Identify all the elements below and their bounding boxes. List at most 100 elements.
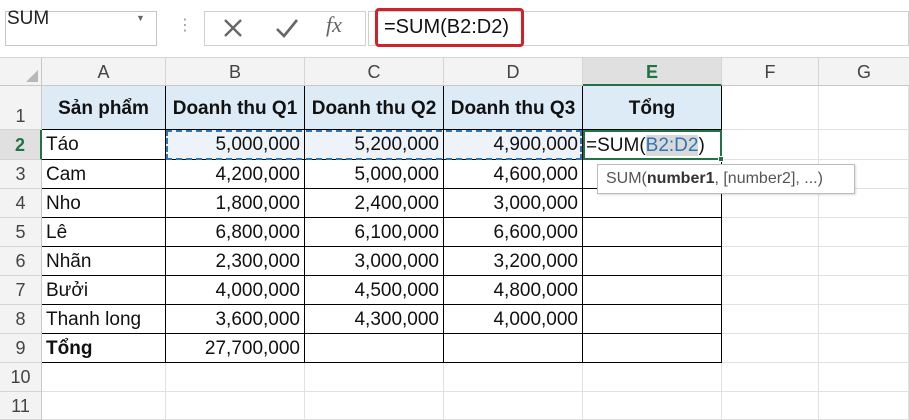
row-header-2[interactable]: 2 xyxy=(0,130,42,160)
formula-range-reference: B2:D2 xyxy=(645,135,699,156)
fill-handle[interactable] xyxy=(718,156,724,162)
formula-text[interactable]: =SUM(B2:D2) xyxy=(384,16,509,39)
header-cell-q1[interactable]: Doanh thu Q1 xyxy=(166,86,305,130)
table-cell[interactable] xyxy=(583,334,722,363)
table-cell[interactable]: 4,600,000 xyxy=(444,160,583,189)
table-cell[interactable]: 4,200,000 xyxy=(166,160,305,189)
row-header-9[interactable]: 9 xyxy=(0,334,42,363)
name-box-value: SUM xyxy=(7,8,50,29)
cell[interactable] xyxy=(42,392,166,420)
table-cell[interactable]: 6,100,000 xyxy=(305,218,444,247)
cell[interactable] xyxy=(819,247,909,276)
checkmark-icon[interactable] xyxy=(274,15,300,41)
insert-function-icon[interactable]: fx xyxy=(326,12,342,38)
tooltip-current-argument[interactable]: number1 xyxy=(647,170,715,187)
cell[interactable] xyxy=(819,305,909,334)
select-all-icon xyxy=(26,70,38,82)
header-cell-tong[interactable]: Tổng xyxy=(583,86,722,130)
row-header-8[interactable]: 8 xyxy=(0,305,42,334)
total-q1-cell[interactable]: 27,700,000 xyxy=(166,334,305,363)
cell[interactable] xyxy=(444,392,583,420)
cell[interactable] xyxy=(722,392,819,420)
cell[interactable] xyxy=(819,218,909,247)
table-cell[interactable]: 5,000,000 xyxy=(305,160,444,189)
cell[interactable] xyxy=(583,392,722,420)
row-header-10[interactable]: 10 xyxy=(0,363,42,392)
row-header-4[interactable]: 4 xyxy=(0,189,42,218)
table-cell[interactable]: 2,400,000 xyxy=(305,189,444,218)
cell[interactable] xyxy=(819,276,909,305)
cell[interactable] xyxy=(166,392,305,420)
cell[interactable] xyxy=(819,130,909,160)
column-header-a[interactable]: A xyxy=(42,58,166,86)
table-cell[interactable] xyxy=(583,305,722,334)
table-cell[interactable]: 6,600,000 xyxy=(444,218,583,247)
table-cell[interactable] xyxy=(305,334,444,363)
row-header-5[interactable]: 5 xyxy=(0,218,42,247)
table-cell[interactable]: 2,300,000 xyxy=(166,247,305,276)
table-cell[interactable] xyxy=(583,276,722,305)
tooltip-other-arguments: , [number2], ...) xyxy=(714,170,823,187)
cell[interactable] xyxy=(722,363,819,392)
table-cell[interactable]: Nho xyxy=(42,189,166,218)
cell[interactable] xyxy=(305,392,444,420)
header-cell-san-pham[interactable]: Sản phẩm xyxy=(42,86,166,130)
cell[interactable] xyxy=(722,334,819,363)
active-cell-formula[interactable]: =SUM(B2:D2) xyxy=(586,135,705,157)
row-header-11[interactable]: 11 xyxy=(0,392,42,420)
cell[interactable] xyxy=(583,363,722,392)
column-header-f[interactable]: F xyxy=(722,58,819,86)
column-header-b[interactable]: B xyxy=(166,58,305,86)
drag-handle-icon[interactable]: ⋮ xyxy=(177,16,193,36)
function-tooltip[interactable]: SUM(number1, [number2], ...) xyxy=(597,164,855,194)
cell[interactable] xyxy=(722,86,819,130)
cell[interactable] xyxy=(42,363,166,392)
table-cell[interactable]: 3,600,000 xyxy=(166,305,305,334)
table-cell[interactable]: 4,800,000 xyxy=(444,276,583,305)
table-cell[interactable]: 3,000,000 xyxy=(305,247,444,276)
table-cell[interactable]: 4,500,000 xyxy=(305,276,444,305)
table-cell[interactable] xyxy=(583,247,722,276)
table-cell[interactable] xyxy=(583,218,722,247)
cancel-icon[interactable] xyxy=(220,15,246,41)
cell[interactable] xyxy=(305,363,444,392)
cell[interactable] xyxy=(819,392,909,420)
cell[interactable] xyxy=(166,363,305,392)
column-header-d[interactable]: D xyxy=(444,58,583,86)
name-box-dropdown-icon[interactable]: ▼ xyxy=(136,13,145,23)
table-cell[interactable]: Nhãn xyxy=(42,247,166,276)
formula-prefix: =SUM( xyxy=(586,135,646,156)
cell[interactable] xyxy=(722,247,819,276)
cell[interactable] xyxy=(819,86,909,130)
table-cell[interactable] xyxy=(444,334,583,363)
column-header-e[interactable]: E xyxy=(583,58,722,86)
table-cell[interactable]: Bưởi xyxy=(42,276,166,305)
cell[interactable] xyxy=(444,363,583,392)
cell[interactable] xyxy=(819,334,909,363)
table-cell[interactable]: 6,800,000 xyxy=(166,218,305,247)
cell[interactable] xyxy=(722,305,819,334)
row-header-7[interactable]: 7 xyxy=(0,276,42,305)
table-cell[interactable]: 4,000,000 xyxy=(444,305,583,334)
table-cell[interactable]: 3,200,000 xyxy=(444,247,583,276)
row-header-6[interactable]: 6 xyxy=(0,247,42,276)
table-cell[interactable]: Cam xyxy=(42,160,166,189)
table-cell[interactable]: Thanh long xyxy=(42,305,166,334)
row-header-3[interactable]: 3 xyxy=(0,160,42,189)
row-header-1[interactable]: 1 xyxy=(0,86,42,130)
header-cell-q2[interactable]: Doanh thu Q2 xyxy=(305,86,444,130)
table-cell[interactable]: 3,000,000 xyxy=(444,189,583,218)
total-label-cell[interactable]: Tổng xyxy=(42,334,166,363)
header-cell-q3[interactable]: Doanh thu Q3 xyxy=(444,86,583,130)
cell[interactable] xyxy=(819,363,909,392)
column-header-c[interactable]: C xyxy=(305,58,444,86)
table-cell[interactable]: Táo xyxy=(42,130,166,160)
column-header-g[interactable]: G xyxy=(819,58,909,86)
table-cell[interactable]: 4,000,000 xyxy=(166,276,305,305)
table-cell[interactable]: Lê xyxy=(42,218,166,247)
cell[interactable] xyxy=(722,130,819,160)
cell[interactable] xyxy=(722,218,819,247)
cell[interactable] xyxy=(722,276,819,305)
table-cell[interactable]: 1,800,000 xyxy=(166,189,305,218)
table-cell[interactable]: 4,300,000 xyxy=(305,305,444,334)
